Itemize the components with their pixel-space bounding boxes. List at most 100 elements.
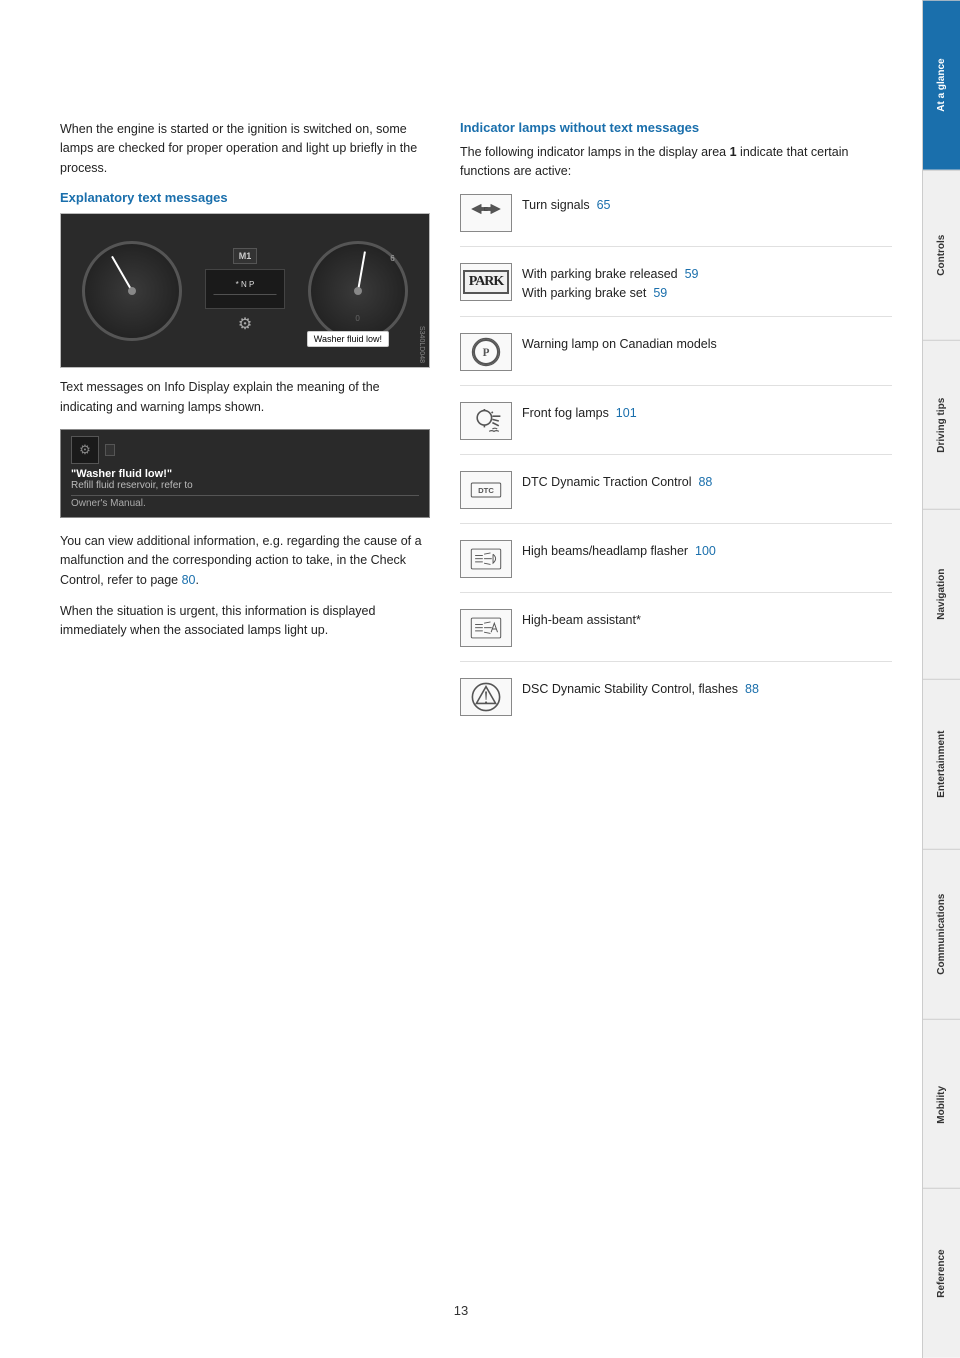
dash-middle: M1 * N P ――――――――― ⚙ bbox=[205, 248, 285, 334]
turn-signal-icon-box bbox=[460, 194, 512, 232]
high-beams-icon bbox=[470, 543, 502, 575]
sidebar-tab-label-entertainment: Entertainment bbox=[936, 731, 947, 798]
left-column: When the engine is started or the igniti… bbox=[60, 120, 430, 746]
additional-text-2: When the situation is urgent, this infor… bbox=[60, 602, 430, 641]
high-beams-label: High beams/headlamp flasher bbox=[522, 544, 688, 558]
high-beam-assistant-desc: High-beam assistant* bbox=[522, 609, 892, 630]
right-sidebar: At a glance Controls Driving tips Naviga… bbox=[922, 0, 960, 1358]
lamp-row-turn-signals: Turn signals 65 bbox=[460, 194, 892, 247]
area-number: 1 bbox=[730, 145, 737, 159]
info-minus-icon bbox=[105, 444, 115, 456]
washer-icon: ⚙ bbox=[238, 314, 252, 334]
turn-signals-label: Turn signals bbox=[522, 198, 590, 212]
dash-display-text: * N P bbox=[236, 280, 255, 289]
parking-brake-desc: With parking brake released 59 With park… bbox=[522, 263, 892, 303]
high-beams-page[interactable]: 100 bbox=[695, 544, 716, 558]
turn-signal-icon bbox=[470, 197, 502, 229]
intro-part1: The following indicator lamps in the dis… bbox=[460, 145, 726, 159]
info-text-block: "Washer fluid low!" Refill fluid reservo… bbox=[71, 468, 419, 491]
caption-text: Text messages on Info Display explain th… bbox=[60, 378, 430, 417]
turn-signals-page[interactable]: 65 bbox=[597, 198, 611, 212]
high-beams-icon-box bbox=[460, 540, 512, 578]
lamp-row-parking-brake: PARK With parking brake released 59 With… bbox=[460, 263, 892, 318]
sidebar-tab-at-a-glance[interactable]: At a glance bbox=[923, 0, 960, 170]
page-number: 13 bbox=[454, 1293, 468, 1328]
dtc-label: DTC Dynamic Traction Control bbox=[522, 475, 692, 489]
info-washer-icon: ⚙ bbox=[71, 436, 99, 464]
front-fog-icon bbox=[470, 405, 502, 437]
explanatory-heading: Explanatory text messages bbox=[60, 190, 430, 205]
high-beam-assistant-label: High-beam assistant* bbox=[522, 613, 641, 627]
sidebar-tab-entertainment[interactable]: Entertainment bbox=[923, 679, 960, 849]
sidebar-tab-communications[interactable]: Communications bbox=[923, 849, 960, 1019]
front-fog-label: Front fog lamps bbox=[522, 406, 609, 420]
speed-label-low: 0 bbox=[355, 314, 359, 323]
lamp-row-high-beams: High beams/headlamp flasher 100 bbox=[460, 540, 892, 593]
park-icon-box: PARK bbox=[460, 263, 512, 301]
lamp-row-dtc: DTC DTC Dynamic Traction Control 88 bbox=[460, 471, 892, 524]
additional-text-part1: You can view additional information, e.g… bbox=[60, 534, 422, 587]
sidebar-tab-controls[interactable]: Controls bbox=[923, 170, 960, 340]
gauge-needle-left bbox=[111, 255, 133, 291]
dtc-icon-box: DTC bbox=[460, 471, 512, 509]
svg-text:DTC: DTC bbox=[478, 486, 494, 495]
sidebar-tab-mobility[interactable]: Mobility bbox=[923, 1019, 960, 1189]
gauge-center-right bbox=[354, 287, 362, 295]
indicator-intro: The following indicator lamps in the dis… bbox=[460, 143, 892, 182]
sidebar-tab-label-navigation: Navigation bbox=[936, 569, 947, 620]
intro-paragraph: When the engine is started or the igniti… bbox=[60, 120, 430, 178]
sidebar-tab-reference[interactable]: Reference bbox=[923, 1188, 960, 1358]
high-beam-assistant-icon-box bbox=[460, 609, 512, 647]
high-beam-assistant-icon bbox=[470, 612, 502, 644]
sidebar-tab-label-reference: Reference bbox=[936, 1249, 947, 1297]
warning-canadian-icon: P bbox=[470, 336, 502, 368]
gauge-center-left bbox=[128, 287, 136, 295]
dsc-page[interactable]: 88 bbox=[745, 682, 759, 696]
main-content: When the engine is started or the igniti… bbox=[0, 0, 922, 1358]
m1-badge: M1 bbox=[233, 248, 258, 264]
washer-fluid-label: Washer fluid low! bbox=[307, 331, 389, 347]
high-beams-desc: High beams/headlamp flasher 100 bbox=[522, 540, 892, 561]
lamp-row-front-fog: Front fog lamps 101 bbox=[460, 402, 892, 455]
dash-display: * N P ――――――――― bbox=[205, 269, 285, 309]
sidebar-tab-label-controls: Controls bbox=[936, 235, 947, 276]
lamp-row-dsc: ! DSC Dynamic Stability Control, flashes… bbox=[460, 678, 892, 730]
parking-brake-line1: With parking brake released bbox=[522, 267, 678, 281]
additional-text: You can view additional information, e.g… bbox=[60, 532, 430, 590]
page-ref-80[interactable]: 80 bbox=[182, 573, 196, 587]
lamp-row-warning-canadian: P Warning lamp on Canadian models bbox=[460, 333, 892, 386]
dsc-desc: DSC Dynamic Stability Control, flashes 8… bbox=[522, 678, 892, 699]
parking-brake-page1[interactable]: 59 bbox=[685, 267, 699, 281]
left-gauge bbox=[82, 241, 182, 341]
dsc-icon-box: ! bbox=[460, 678, 512, 716]
dsc-icon: ! bbox=[470, 681, 502, 713]
dsc-label: DSC Dynamic Stability Control, flashes bbox=[522, 682, 738, 696]
turn-signals-desc: Turn signals 65 bbox=[522, 194, 892, 215]
info-bottom-text: Owner's Manual. bbox=[71, 495, 419, 511]
two-column-layout: When the engine is started or the igniti… bbox=[60, 120, 892, 746]
dtc-icon: DTC bbox=[470, 474, 502, 506]
sidebar-tab-label-at-a-glance: At a glance bbox=[936, 59, 947, 112]
period: . bbox=[196, 573, 199, 587]
indicator-lamps-heading: Indicator lamps without text messages bbox=[460, 120, 892, 135]
lamp-row-high-beam-assistant: High-beam assistant* bbox=[460, 609, 892, 662]
info-header-row: ⚙ bbox=[71, 436, 419, 464]
dashboard-image: M1 * N P ――――――――― ⚙ 6 0 bbox=[60, 213, 430, 368]
front-fog-icon-box bbox=[460, 402, 512, 440]
dtc-page[interactable]: 88 bbox=[698, 475, 712, 489]
sidebar-tab-label-communications: Communications bbox=[936, 894, 947, 975]
dtc-desc: DTC Dynamic Traction Control 88 bbox=[522, 471, 892, 492]
right-column: Indicator lamps without text messages Th… bbox=[460, 120, 892, 746]
sidebar-tab-navigation[interactable]: Navigation bbox=[923, 509, 960, 679]
front-fog-desc: Front fog lamps 101 bbox=[522, 402, 892, 423]
speed-label: 6 bbox=[390, 254, 394, 263]
info-display-row: "Washer fluid low!" Refill fluid reservo… bbox=[71, 468, 419, 491]
front-fog-page[interactable]: 101 bbox=[616, 406, 637, 420]
dash-display-bar: ――――――――― bbox=[213, 291, 276, 298]
warning-canadian-desc: Warning lamp on Canadian models bbox=[522, 333, 892, 354]
sidebar-tab-driving-tips[interactable]: Driving tips bbox=[923, 340, 960, 510]
warning-canadian-icon-box: P bbox=[460, 333, 512, 371]
gauge-needle-right bbox=[357, 251, 366, 291]
parking-brake-page2[interactable]: 59 bbox=[653, 286, 667, 300]
park-icon: PARK bbox=[463, 270, 510, 294]
